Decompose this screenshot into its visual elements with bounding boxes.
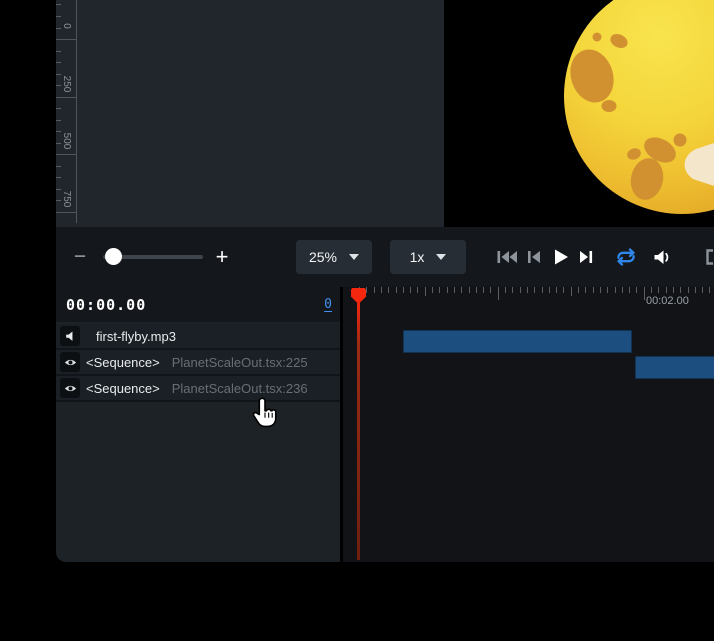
speaker-icon[interactable] <box>60 326 80 346</box>
eye-icon[interactable] <box>60 378 80 398</box>
studio-app: 0 250 500 750 <box>0 0 714 641</box>
track-row[interactable]: first-flyby.mp3 <box>56 324 340 350</box>
ruler-time-label: 00:02.00 <box>646 295 689 307</box>
ruler-label: 0 <box>54 14 78 38</box>
ruler-label: 500 <box>54 129 78 153</box>
zoom-slider-handle[interactable] <box>105 248 122 265</box>
ruler-label: 750 <box>54 187 78 211</box>
playhead[interactable] <box>351 287 368 562</box>
zoom-slider[interactable] <box>103 255 203 259</box>
track-label: <Sequence> <box>86 355 160 370</box>
timeline-canvas[interactable]: 00:02.00 <box>343 287 714 562</box>
next-frame-button[interactable] <box>576 247 596 267</box>
track-label: first-flyby.mp3 <box>96 329 176 344</box>
vertical-ruler: 0 250 500 750 <box>56 0 77 223</box>
track-list: first-flyby.mp3 <Sequence> PlanetScaleOut.… <box>56 324 340 402</box>
eye-icon[interactable] <box>60 352 80 372</box>
loop-toggle[interactable] <box>614 246 638 268</box>
planet-graphic <box>444 0 714 227</box>
chevron-down-icon <box>436 254 446 260</box>
zoom-in-button[interactable]: + <box>208 227 236 287</box>
skip-to-start-button[interactable] <box>496 247 518 267</box>
chevron-down-icon <box>349 254 359 260</box>
track-source-ref: PlanetScaleOut.tsx:236 <box>172 381 308 396</box>
clip-bar[interactable] <box>635 356 714 379</box>
playback-toolbar: − + 25% 1x <box>56 227 714 287</box>
track-label: <Sequence> <box>86 381 160 396</box>
fullscreen-button[interactable] <box>703 247 714 267</box>
volume-button[interactable] <box>650 247 672 267</box>
playhead-line <box>357 301 360 560</box>
preview-area: 0 250 500 750 <box>56 0 714 227</box>
timecode-display: 00:00.00 <box>66 296 146 314</box>
ruler-label: 250 <box>54 72 78 96</box>
play-button[interactable] <box>550 247 570 267</box>
zoom-out-button[interactable]: − <box>66 227 94 287</box>
playback-rate-select[interactable]: 1x <box>390 240 466 274</box>
timeline-header: 00:00.00 0 <box>56 287 340 322</box>
frame-indicator-link[interactable]: 0 <box>324 297 332 312</box>
timeline-track-panel: 00:00.00 0 first-flyby.mp3 <Sequence> Plan… <box>56 287 340 562</box>
clip-bar[interactable] <box>403 330 632 353</box>
track-source-ref: PlanetScaleOut.tsx:225 <box>172 355 308 370</box>
previous-frame-button[interactable] <box>525 247 543 267</box>
video-frame <box>444 0 714 227</box>
track-row[interactable]: <Sequence> PlanetScaleOut.tsx:236 <box>56 376 340 402</box>
track-row[interactable]: <Sequence> PlanetScaleOut.tsx:225 <box>56 350 340 376</box>
zoom-level-select[interactable]: 25% <box>296 240 372 274</box>
zoom-level-value: 25% <box>309 249 337 265</box>
playback-rate-value: 1x <box>410 249 425 265</box>
